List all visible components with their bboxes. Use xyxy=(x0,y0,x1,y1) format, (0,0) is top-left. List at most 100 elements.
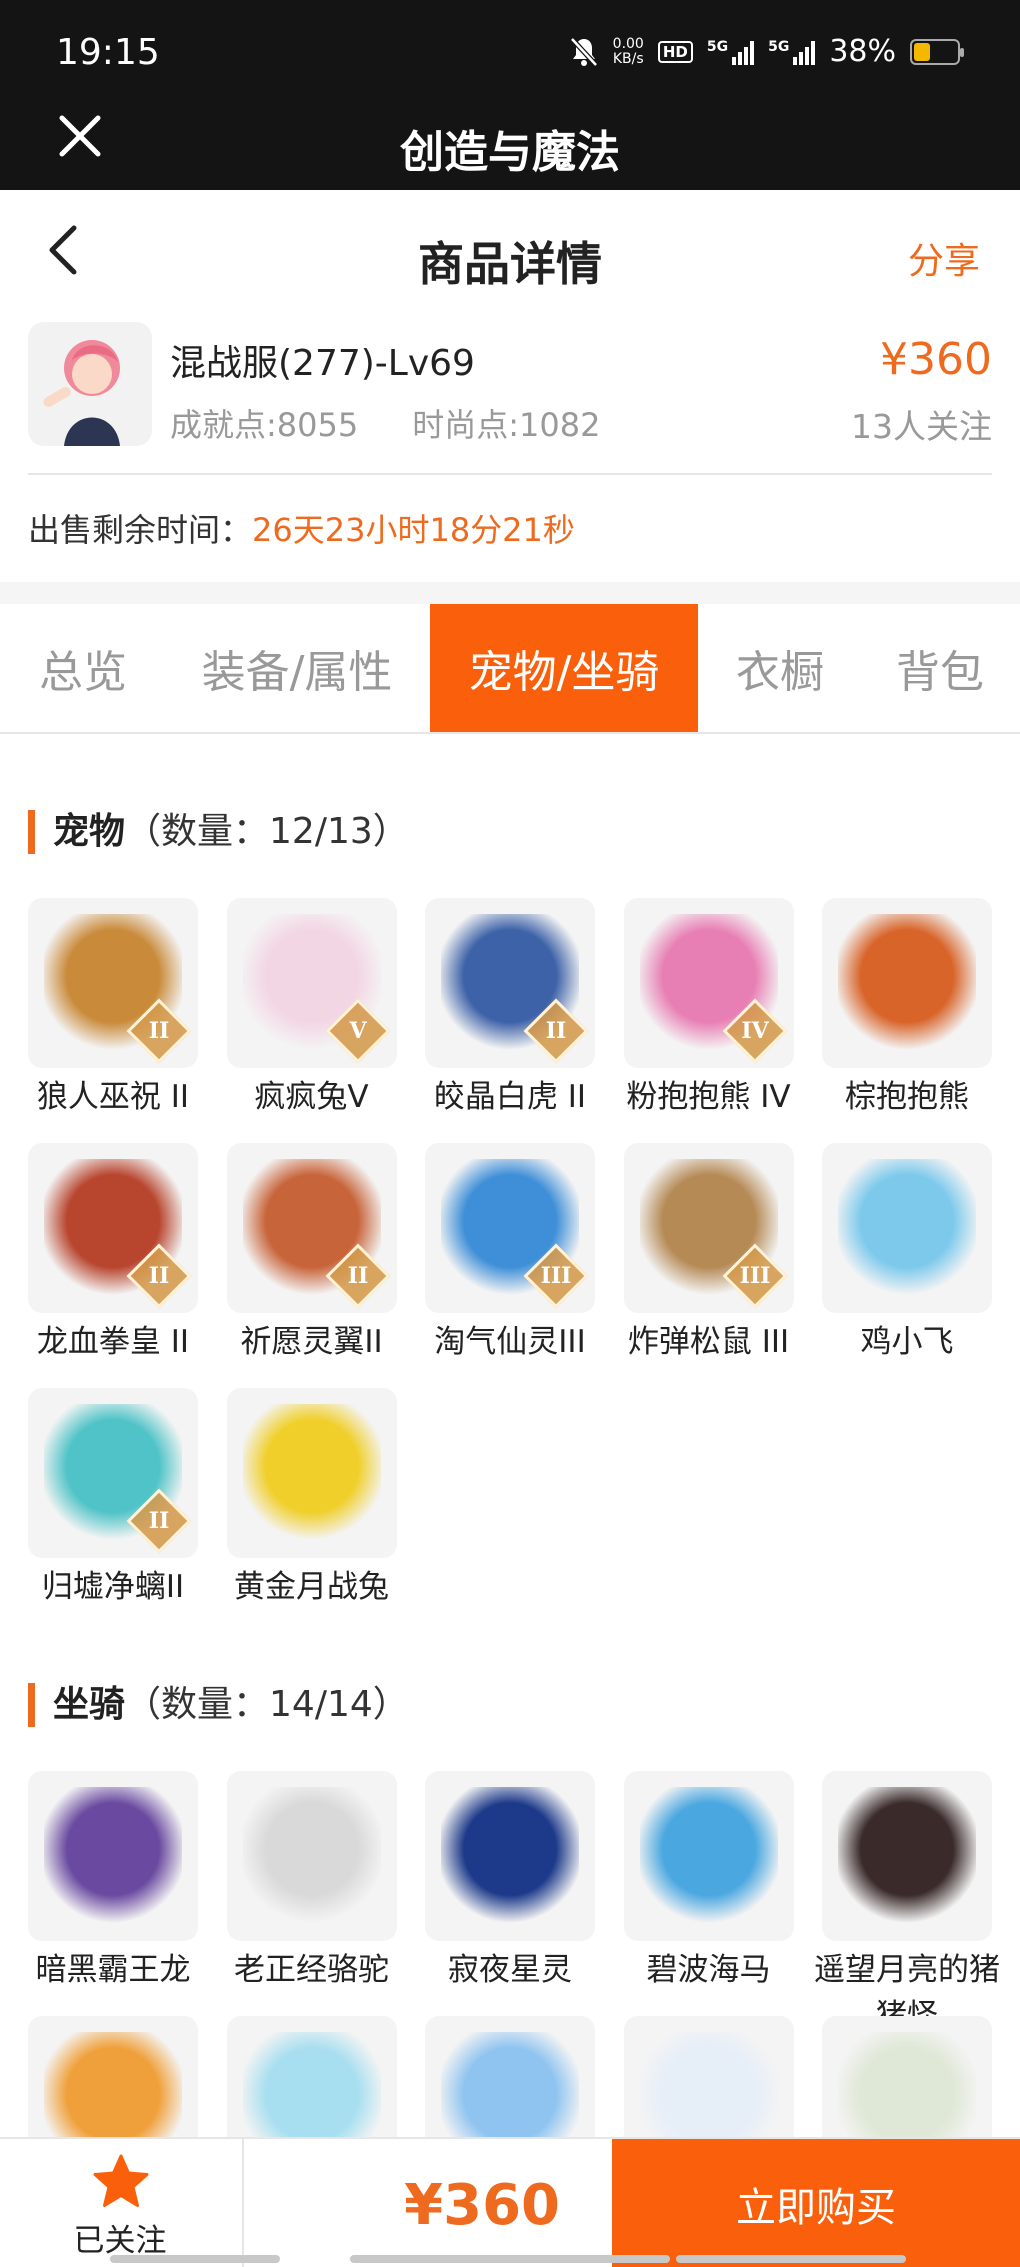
section-divider xyxy=(0,582,1020,604)
tier-badge-label: II xyxy=(148,1018,170,1044)
pet-portrait-icon xyxy=(838,1159,976,1297)
pet-thumbnail: II xyxy=(226,1143,397,1313)
pet-item[interactable]: 鸡小飞 xyxy=(822,1143,992,1365)
mount-thumbnail xyxy=(226,1771,397,1941)
mount-name: 老正经骆驼 xyxy=(234,1952,389,1988)
pet-name: 狼人巫祝 II xyxy=(36,1079,190,1115)
home-indicator-right xyxy=(676,2255,906,2263)
fashion-points: 时尚点:1082 xyxy=(412,406,601,444)
tier-badge-label: IV xyxy=(740,1018,769,1044)
pet-name: 淘气仙灵III xyxy=(434,1324,586,1360)
product-name: 混战服(277)-Lv69 xyxy=(170,343,475,384)
mount-portrait-icon xyxy=(838,1787,976,1925)
pet-item[interactable]: II 皎晶白虎 II xyxy=(425,898,595,1120)
product-price: ¥360 xyxy=(880,334,992,385)
bell-muted-icon xyxy=(569,36,598,67)
page-title: 商品详情 xyxy=(418,237,602,291)
home-indicator-left xyxy=(110,2255,280,2263)
pet-thumbnail xyxy=(822,1143,992,1313)
status-icons: 0.00 KB/s HD 5G 5G 38% xyxy=(569,34,964,69)
mount-item[interactable]: 碧波海马 xyxy=(623,1771,794,1993)
pet-name: 皎晶白虎 II xyxy=(433,1079,587,1115)
mount-thumbnail xyxy=(425,1771,595,1941)
signal-icon-2: 5G xyxy=(768,39,816,65)
mount-name: 寂夜星灵 xyxy=(448,1952,572,1988)
tab-wardrobe[interactable]: 衣橱 xyxy=(712,604,848,732)
mount-thumbnail xyxy=(822,1771,992,1941)
mount-item[interactable]: 遥望月亮的猪猪怪 xyxy=(814,1771,1000,2039)
pet-item[interactable]: 黄金月战兔 xyxy=(226,1388,397,1610)
page-header: 商品详情 分享 xyxy=(0,190,1020,320)
pet-thumbnail: V xyxy=(226,898,397,1068)
tier-badge-label: III xyxy=(540,1263,572,1289)
pet-name: 鸡小飞 xyxy=(860,1324,954,1360)
mount-portrait-icon xyxy=(44,1787,182,1925)
character-portrait-icon xyxy=(28,322,152,446)
pet-thumbnail xyxy=(226,1388,397,1558)
pet-item[interactable]: II 祈愿灵翼II xyxy=(226,1143,397,1365)
pet-thumbnail: II xyxy=(28,1143,198,1313)
achievement-points: 成就点:8055 xyxy=(170,406,359,444)
pet-name: 疯疯兔V xyxy=(254,1079,369,1115)
pet-thumbnail: III xyxy=(425,1143,595,1313)
app-title: 创造与魔法 xyxy=(400,127,620,178)
follow-label: 已关注 xyxy=(73,2223,167,2259)
pet-item[interactable]: II 龙血拳皇 II xyxy=(28,1143,198,1365)
pet-name: 粉抱抱熊 IV xyxy=(626,1079,791,1115)
mount-item[interactable]: 暗黑霸王龙 xyxy=(28,1771,198,1993)
pet-name: 黄金月战兔 xyxy=(234,1569,389,1605)
mount-thumbnail xyxy=(28,1771,198,1941)
detail-tabs: 总览 装备/属性 宠物/坐骑 衣橱 背包 xyxy=(0,604,1020,734)
mount-portrait-icon xyxy=(441,1787,579,1925)
pet-item[interactable]: III 炸弹松鼠 III xyxy=(623,1143,794,1365)
tab-pets-mounts[interactable]: 宠物/坐骑 xyxy=(430,604,698,732)
follow-button[interactable]: 已关注 xyxy=(0,2139,240,2267)
pet-item[interactable]: IV 粉抱抱熊 IV xyxy=(623,898,794,1120)
buy-now-button[interactable]: 立即购买 xyxy=(612,2139,1020,2267)
tier-badge-label: II xyxy=(347,1263,368,1289)
mount-portrait-icon xyxy=(639,1787,778,1925)
pet-item[interactable]: II 归墟净螭II xyxy=(28,1388,198,1610)
pet-thumbnail: IV xyxy=(623,898,794,1068)
mount-item[interactable]: 寂夜星灵 xyxy=(425,1771,595,1993)
mount-thumbnail xyxy=(623,1771,794,1941)
battery-icon xyxy=(910,38,964,65)
tab-backpack[interactable]: 背包 xyxy=(872,604,1008,732)
tier-badge-label: II xyxy=(148,1508,170,1534)
product-meta: 成就点:8055 时尚点:1082 xyxy=(170,400,600,446)
share-button[interactable]: 分享 xyxy=(908,232,980,284)
pet-item[interactable]: 棕抱抱熊 xyxy=(822,898,992,1120)
follower-count: 13人关注 xyxy=(851,407,992,446)
tab-equipment[interactable]: 装备/属性 xyxy=(180,604,414,732)
battery-percent: 38% xyxy=(829,34,896,69)
pet-name: 炸弹松鼠 III xyxy=(627,1324,790,1360)
pet-item[interactable]: V 疯疯兔V xyxy=(226,898,397,1120)
pet-name: 龙血拳皇 II xyxy=(36,1324,190,1360)
remaining-time-value: 26天23小时18分21秒 xyxy=(252,511,575,549)
mount-item[interactable]: 老正经骆驼 xyxy=(226,1771,397,1993)
remaining-time-label: 出售剩余时间： xyxy=(28,511,253,549)
status-time: 19:15 xyxy=(56,32,160,73)
mount-portrait-icon xyxy=(242,1787,381,1925)
tier-badge-label: II xyxy=(148,1263,170,1289)
home-indicator xyxy=(350,2255,670,2263)
pet-name: 祈愿灵翼II xyxy=(240,1324,383,1360)
pet-thumbnail xyxy=(822,898,992,1068)
tab-overview[interactable]: 总览 xyxy=(18,604,148,732)
pet-item[interactable]: III 淘气仙灵III xyxy=(425,1143,595,1365)
product-summary: 混战服(277)-Lv69 成就点:8055 时尚点:1082 ¥360 13人… xyxy=(28,320,992,475)
pet-portrait-icon xyxy=(242,1404,381,1542)
pet-thumbnail: II xyxy=(28,898,198,1068)
tier-badge-label: II xyxy=(545,1018,567,1044)
signal-icon: 5G xyxy=(707,39,755,65)
bottom-bar: 已关注 ¥360 立即购买 xyxy=(0,2137,1020,2267)
mounts-section-title: 坐骑（数量：14/14） xyxy=(28,1683,409,1727)
tier-badge-label: V xyxy=(348,1018,367,1044)
pet-name: 归墟净螭II xyxy=(41,1569,185,1605)
net-speed: 0.00 KB/s xyxy=(612,35,644,67)
pet-item[interactable]: II 狼人巫祝 II xyxy=(28,898,198,1120)
status-bar: 19:15 0.00 KB/s HD 5G 5G 38% xyxy=(0,0,1020,90)
remaining-time: 出售剩余时间：26天23小时18分21秒 xyxy=(28,505,575,551)
star-icon xyxy=(93,2154,149,2207)
tier-badge-label: III xyxy=(739,1263,770,1289)
